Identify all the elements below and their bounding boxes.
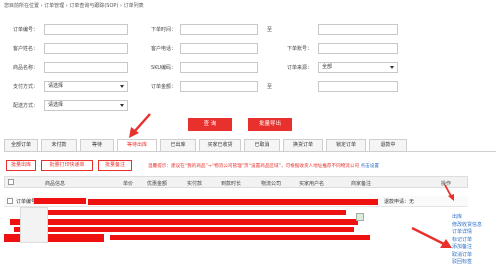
tab-divider [4,151,496,152]
redacted-order-info [88,199,378,205]
col-unit-price: 单价 [123,181,134,187]
annotation-arrow-icon [129,113,151,138]
amount-max-input[interactable] [318,81,398,92]
order-no-label: 订单编号： [12,27,38,33]
product-thumbnail[interactable] [20,207,48,243]
sku-input[interactable] [180,62,258,73]
op-cancel-order-link[interactable]: 取消订单 [452,252,496,260]
op-mark-order-link[interactable]: 标记订单 [452,237,496,245]
annotation-arrow-icon [411,226,452,248]
redacted-product-line [110,235,370,240]
redacted-order-number [34,198,86,204]
tip-message: 温馨提示：建议在“我的商品”→“物流公司管理”页“设置商品区域”，可根据收货人地… [148,163,379,169]
to-label: 至 [266,84,272,90]
redacted-product-line [36,210,346,215]
remark-flag-icon[interactable] [356,213,364,221]
customer-name-label: 客户姓名： [12,46,38,52]
sku-label: SKU编码： [151,65,176,71]
product-name-input[interactable] [44,62,128,73]
redacted-product-line [4,234,104,242]
col-logistics: 物流公司 [261,181,282,187]
refund-status: 退款申请：无 [384,199,415,205]
chevron-down-icon [120,85,124,88]
tip-text: 温馨提示：建议在“我的商品”→“物流公司管理”页“设置商品区域”，可根据收货人地… [148,164,360,169]
order-source-label: 订单来源： [286,65,312,71]
col-duration: 到款时长 [221,181,242,187]
col-merchant-remark: 商家备注 [351,181,372,187]
customer-phone-input[interactable] [180,43,258,54]
order-time-end-input[interactable] [318,24,398,35]
op-modify-address-link[interactable]: 修改收货信息 [452,222,496,230]
order-no-input[interactable] [44,24,128,35]
col-discount: 优惠金额 [147,181,168,187]
amount-label: 订单金额： [150,84,176,90]
batch-ship-button[interactable]: 批量出库 [6,160,36,171]
to-label: 至 [266,27,272,33]
table-header: 商品信息 单价 优惠金额 实付款 到款时长 物流公司 买家用户名 商家备注 操作 [4,176,468,188]
select-all-checkbox[interactable] [8,179,14,185]
redacted-product-line [14,227,354,232]
export-button[interactable]: 批量导出 [248,118,292,131]
col-paid: 实付款 [187,181,203,187]
op-order-detail-link[interactable]: 订单详情 [452,229,496,237]
order-account-label: 下单账号： [286,46,312,52]
col-product-info: 商品信息 [45,181,66,187]
payment-label: 支付方式： [12,84,38,90]
breadcrumb: 您目前所在位置 › 订单管理 › 订单查询与跟踪(SOP) › 订单列表 [4,3,144,9]
order-checkbox[interactable] [7,198,13,204]
op-add-remark-link[interactable]: 添加备注 [452,244,496,252]
order-operations: 出库 修改收货信息 订单详情 标记订单 添加备注 取消订单 驳回标签 [452,214,496,267]
order-source-value: 全部 [322,64,333,70]
delivery-select[interactable]: 请选择 [44,100,128,111]
delivery-label: 配送方式： [12,103,38,109]
order-time-start-input[interactable] [180,24,258,35]
batch-remark-button[interactable]: 批量备注 [98,160,132,171]
payment-select[interactable]: 请选择 [44,81,128,92]
order-time-label: 下单时间： [150,27,176,33]
chevron-down-icon [120,104,124,107]
customer-name-input[interactable] [44,43,128,54]
order-account-input[interactable] [318,43,398,54]
search-button[interactable]: 查 询 [188,118,232,131]
redacted-product-line [10,219,358,225]
payment-value: 请选择 [48,83,64,89]
batch-print-button[interactable]: 批量打印快递单 [41,160,93,171]
delivery-value: 请选择 [48,102,64,108]
annotation-arrow-icon [444,184,454,201]
col-buyer: 买家用户名 [299,181,325,187]
amount-min-input[interactable] [180,81,258,92]
chevron-down-icon [390,66,394,69]
customer-phone-label: 客户电话： [150,46,176,52]
order-source-select[interactable]: 全部 [318,62,398,73]
product-name-label: 商品名称： [12,65,38,71]
op-reject-label-link[interactable]: 驳回标签 [452,259,496,267]
op-ship-link[interactable]: 出库 [452,214,496,222]
tip-settings-link[interactable]: 点击设置 [361,164,379,169]
